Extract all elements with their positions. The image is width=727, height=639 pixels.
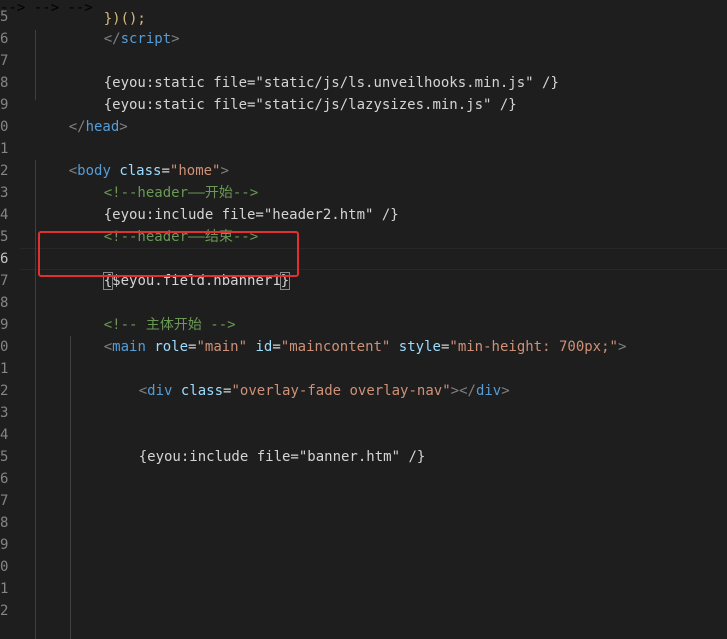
tag-bracket: < <box>138 383 148 399</box>
code-line[interactable]: {eyou:include file="banner.htm" /} <box>105 424 426 465</box>
line-number[interactable]: 4 <box>0 204 8 226</box>
code-line[interactable]: <div class="overlay-fade overlay-nav"></… <box>105 358 510 399</box>
line-number[interactable]: 6 <box>0 28 8 50</box>
code-line[interactable]: {eyou:include file="header2.htm" /} <box>70 182 399 223</box>
line-number[interactable]: 3 <box>0 182 8 204</box>
attribute-value: "min-height: 700px;" <box>449 339 618 355</box>
tag-bracket: </ <box>68 119 86 135</box>
attribute-name: role <box>154 339 189 355</box>
line-number[interactable]: 0 <box>0 116 8 138</box>
code-line[interactable]: {eyou:static file="static/js/ls.unveilho… <box>70 50 559 91</box>
tag-bracket: > <box>171 31 180 47</box>
line-number[interactable]: 2 <box>0 380 8 402</box>
annotation-highlight-box <box>38 231 299 277</box>
line-number[interactable]: 0 <box>0 336 8 358</box>
tag-name: div <box>147 383 173 399</box>
line-number[interactable]: 8 <box>0 292 8 314</box>
code-line[interactable]: {eyou:static file="static/js/lazysizes.m… <box>70 72 517 113</box>
line-number[interactable]: 5 <box>0 226 8 248</box>
line-number[interactable]: 2 <box>0 160 8 182</box>
line-number[interactable]: 8 <box>0 72 8 94</box>
indent-guide <box>35 30 36 100</box>
tag-bracket: </ <box>103 31 121 47</box>
line-number[interactable]: 0 <box>0 556 8 578</box>
line-number[interactable]: 7 <box>0 270 8 292</box>
line-number[interactable]: 6 <box>0 468 8 490</box>
line-number[interactable]: 6 <box>0 248 8 270</box>
template-tag-text: {eyou:include file="banner.htm" /} <box>138 449 426 465</box>
line-number[interactable]: 7 <box>0 490 8 512</box>
attribute-value: "overlay-fade overlay-nav" <box>231 383 451 399</box>
code-line[interactable]: </script> <box>70 6 180 47</box>
tag-name: script <box>120 31 172 47</box>
code-line[interactable]: <!-- 主体开始 --> <box>70 292 236 333</box>
line-number[interactable]: 7 <box>0 50 8 72</box>
attribute-name: class <box>180 383 224 399</box>
line-number[interactable]: 5 <box>0 6 8 28</box>
line-number[interactable]: 8 <box>0 512 8 534</box>
attribute-name: style <box>398 339 441 355</box>
line-number[interactable]: 3 <box>0 402 8 424</box>
line-number-gutter: 5678901234567890123456789012 <box>0 0 20 639</box>
indent-guide <box>70 336 71 639</box>
line-number[interactable]: 1 <box>0 138 8 160</box>
code-editor[interactable]: 5678901234567890123456789012 })(); </scr… <box>0 0 727 639</box>
tag-name: head <box>85 119 120 135</box>
line-number[interactable]: 9 <box>0 94 8 116</box>
line-number[interactable]: 9 <box>0 314 8 336</box>
tag-name: main <box>112 339 146 355</box>
tag-bracket: > <box>119 119 128 135</box>
indent-guide <box>35 160 36 639</box>
code-line[interactable]: <body class="home"> <box>35 138 229 179</box>
line-number[interactable]: 1 <box>0 358 8 380</box>
template-tag-text: {eyou:static file="static/js/lazysizes.m… <box>103 97 517 113</box>
tag-bracket: < <box>103 339 113 355</box>
code-line[interactable]: <!--header——结束--> <box>70 204 258 245</box>
line-number[interactable]: 5 <box>0 446 8 468</box>
tag-name: div <box>475 383 502 399</box>
tag-bracket: > <box>501 383 510 399</box>
tag-bracket: ></ <box>450 383 476 399</box>
line-number[interactable]: 4 <box>0 424 8 446</box>
code-line[interactable]: <main role="main" id="maincontent" style… <box>70 314 627 355</box>
attribute-value: "main" <box>196 339 248 355</box>
line-number[interactable]: 1 <box>0 578 8 600</box>
code-line[interactable]: <!--header——开始--> <box>70 160 258 201</box>
line-number[interactable]: 2 <box>0 600 8 622</box>
line-number[interactable]: 9 <box>0 534 8 556</box>
attribute-value: "maincontent" <box>280 339 391 355</box>
tag-bracket: > <box>617 339 627 355</box>
code-line[interactable]: </head> <box>35 94 128 135</box>
attribute-name: id <box>255 339 273 355</box>
